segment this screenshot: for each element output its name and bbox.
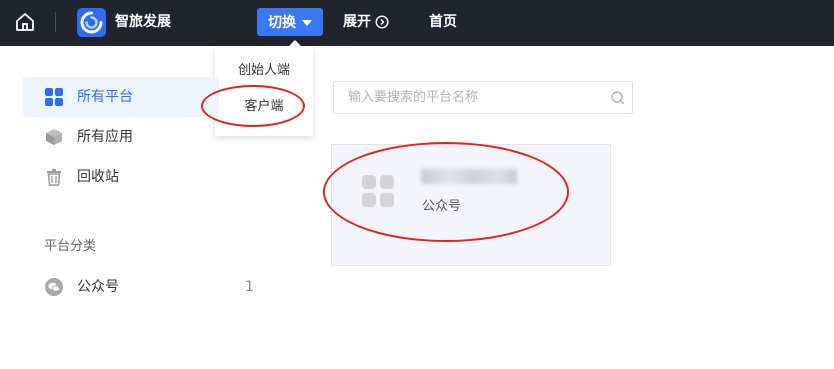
- switch-dropdown-menu: 创始人端 客户端: [215, 40, 313, 136]
- sidebar-item-label: 所有平台: [77, 89, 133, 105]
- topbar-divider: [55, 12, 56, 32]
- platform-category-title: 平台分类: [44, 239, 97, 254]
- sidebar-item-all-apps[interactable]: 所有应用: [23, 117, 219, 157]
- nav-home-link[interactable]: 首页: [429, 12, 457, 32]
- caret-down-icon: [302, 20, 312, 26]
- menu-item-client[interactable]: 客户端: [215, 98, 313, 116]
- sidebar-item-label: 回收站: [77, 169, 119, 185]
- circle-arrow-right-icon: [375, 15, 389, 29]
- platform-search-box: [333, 81, 633, 114]
- grid-icon: [44, 87, 64, 107]
- top-navbar: 智旅发展 切换 展开 首页: [0, 0, 834, 46]
- switch-button[interactable]: 切换: [257, 8, 323, 36]
- search-icon[interactable]: [610, 90, 626, 106]
- brand-logo-icon: [77, 8, 106, 37]
- sidebar-item-label: 所有应用: [77, 129, 133, 145]
- platform-card[interactable]: 公众号: [331, 144, 611, 266]
- wechat-icon: [44, 277, 64, 297]
- trash-icon: [44, 167, 64, 187]
- sidebar-category-official-account[interactable]: 公众号 1: [23, 267, 254, 307]
- platform-search-input[interactable]: [334, 82, 594, 113]
- menu-item-founder[interactable]: 创始人端: [215, 62, 313, 80]
- brand-name: 智旅发展: [115, 14, 171, 30]
- expand-button[interactable]: 展开: [343, 12, 389, 32]
- sidebar-item-label: 公众号: [77, 279, 119, 295]
- platform-name-redacted: [421, 169, 517, 184]
- category-count: 1: [245, 279, 254, 295]
- switch-button-label: 切换: [268, 15, 296, 31]
- expand-button-label: 展开: [343, 14, 371, 30]
- sidebar-item-recycle-bin[interactable]: 回收站: [23, 157, 219, 197]
- platform-type-label: 公众号: [422, 199, 462, 214]
- cube-icon: [44, 127, 64, 147]
- home-icon[interactable]: [14, 11, 36, 33]
- sidebar-item-all-platforms[interactable]: 所有平台: [23, 77, 219, 117]
- app-grid-icon: [361, 174, 395, 208]
